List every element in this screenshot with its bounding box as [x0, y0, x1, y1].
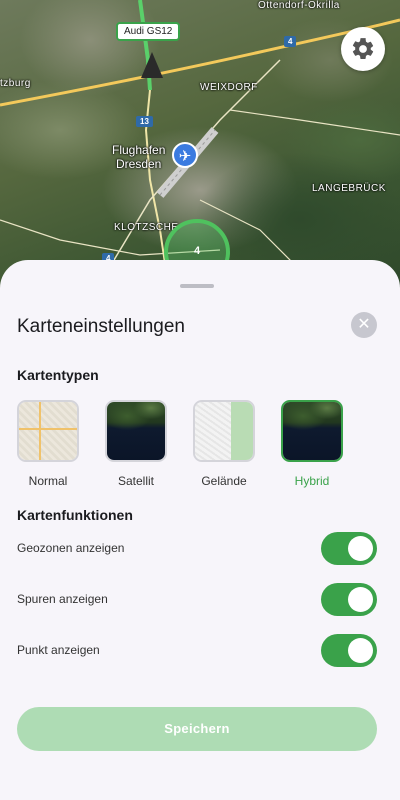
feature-row-tracks: Spuren anzeigen: [17, 583, 377, 617]
map-type-label: Hybrid: [294, 474, 330, 488]
map-type-normal[interactable]: Normal: [17, 400, 79, 488]
map-label-weixdorf: WEIXDORF: [200, 82, 258, 93]
geozones-toggle[interactable]: [321, 532, 377, 565]
map-type-terrain-thumbnail: [193, 400, 255, 462]
map-types-title: Kartentypen: [17, 367, 99, 383]
vehicle-label[interactable]: Audi GS12: [116, 22, 181, 41]
map-type-hybrid[interactable]: Hybrid: [281, 400, 343, 488]
save-button[interactable]: Speichern: [17, 707, 377, 751]
close-icon: ✕: [357, 316, 371, 333]
map-features-title: Kartenfunktionen: [17, 507, 133, 523]
airplane-icon[interactable]: ✈: [172, 142, 198, 168]
map-label-langebrueck: LANGEBRÜCK: [312, 183, 386, 194]
map-type-satellite-thumbnail: [105, 400, 167, 462]
map-type-normal-thumbnail: [17, 400, 79, 462]
map-type-label: Gelände: [201, 474, 247, 488]
map-type-satellite[interactable]: Satellit: [105, 400, 167, 488]
map-label-moritzburg: tzburg: [0, 78, 31, 89]
map-label-airport: Flughafen Dresden: [112, 143, 166, 171]
gear-icon: [352, 38, 374, 59]
sheet-title: Karteneinstellungen: [17, 316, 185, 337]
road-badge-a4: 4: [284, 36, 297, 47]
map-settings-button[interactable]: [341, 27, 385, 71]
map-types-list: Normal Satellit Gelände Hybrid: [0, 400, 400, 490]
road-badge-b13: 13: [136, 116, 153, 127]
drag-handle[interactable]: [180, 284, 214, 288]
map-settings-sheet: Karteneinstellungen ✕ Kartentypen Normal…: [0, 260, 400, 800]
feature-label: Spuren anzeigen: [17, 592, 108, 606]
map-type-hybrid-thumbnail: [281, 400, 343, 462]
feature-label: Geozonen anzeigen: [17, 541, 125, 555]
map-type-label: Normal: [28, 474, 68, 488]
feature-label: Punkt anzeigen: [17, 643, 100, 657]
map-type-label: Satellit: [117, 474, 155, 488]
tracks-toggle[interactable]: [321, 583, 377, 616]
cluster-count: 4: [193, 245, 201, 257]
feature-row-point: Punkt anzeigen: [17, 634, 377, 668]
map-label-ottendorf: Ottendorf-Okrilla: [258, 0, 340, 11]
navigation-arrow-icon[interactable]: [141, 52, 163, 78]
map-view[interactable]: Ottendorf-Okrilla WEIXDORF LANGEBRÜCK KL…: [0, 0, 400, 300]
close-button[interactable]: ✕: [351, 312, 377, 338]
feature-row-geozones: Geozonen anzeigen: [17, 532, 377, 566]
point-toggle[interactable]: [321, 634, 377, 667]
map-label-klotzsche: KLOTZSCHE: [114, 222, 179, 233]
map-type-terrain[interactable]: Gelände: [193, 400, 255, 488]
